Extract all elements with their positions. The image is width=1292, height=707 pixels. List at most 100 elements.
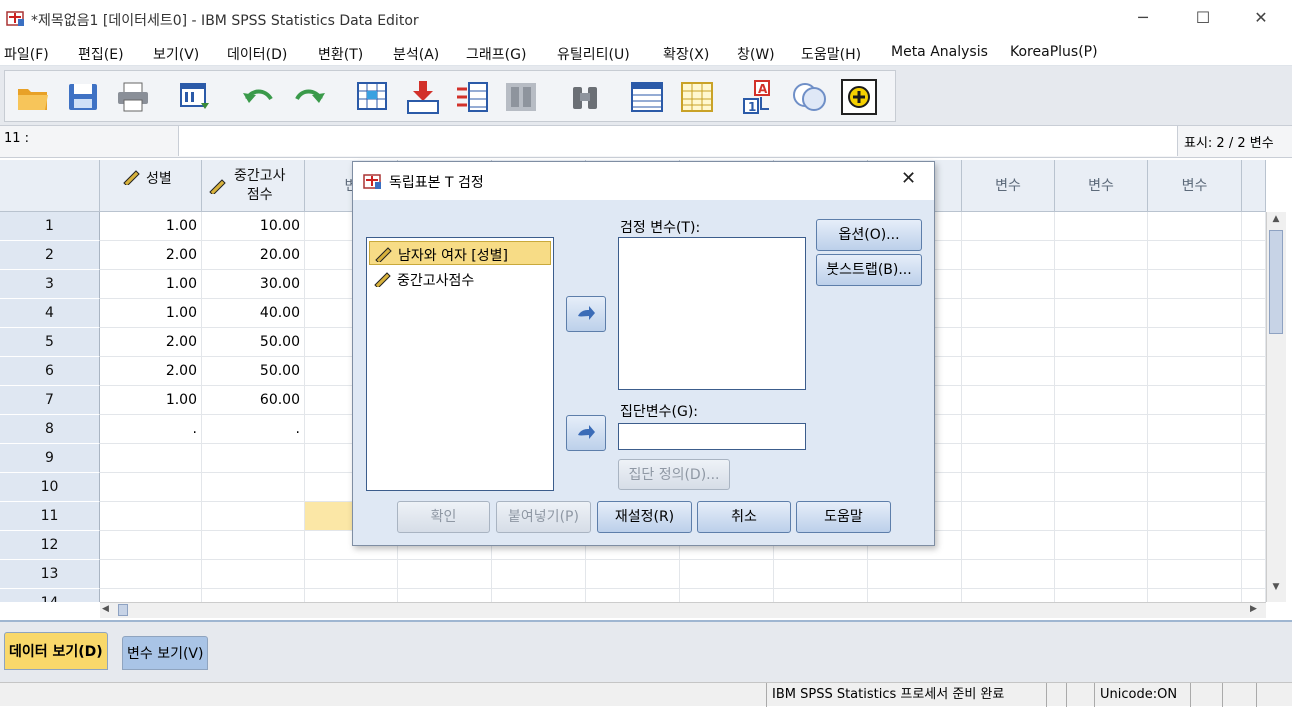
column-header-var[interactable]: [1242, 160, 1266, 212]
cell-empty[interactable]: [1148, 415, 1242, 444]
test-variable-list[interactable]: [618, 237, 806, 390]
recall-dialog-icon[interactable]: [177, 79, 213, 115]
cell-empty[interactable]: [868, 589, 962, 602]
cell-gender[interactable]: 1.00: [100, 212, 202, 241]
cell-gender[interactable]: 2.00: [100, 328, 202, 357]
cell-empty[interactable]: [1242, 386, 1266, 415]
cell-empty[interactable]: [962, 589, 1055, 602]
cell-empty[interactable]: [774, 589, 868, 602]
cell-empty[interactable]: [962, 473, 1055, 502]
cell-empty[interactable]: [962, 386, 1055, 415]
cell-empty[interactable]: [1242, 502, 1266, 531]
cell-gender[interactable]: [100, 560, 202, 589]
cell-gender[interactable]: [100, 589, 202, 602]
row-number[interactable]: 10: [0, 473, 100, 502]
options-button[interactable]: 옵션(O)...: [816, 219, 922, 251]
maximize-button[interactable]: ☐: [1180, 0, 1226, 38]
cell-empty[interactable]: [1055, 328, 1148, 357]
cancel-button[interactable]: 취소: [697, 501, 791, 533]
cell-midterm-score[interactable]: 50.00: [202, 357, 305, 386]
row-number[interactable]: 12: [0, 531, 100, 560]
row-number[interactable]: 11: [0, 502, 100, 531]
cell-empty[interactable]: [1148, 473, 1242, 502]
cell-empty[interactable]: [1055, 531, 1148, 560]
cell-midterm-score[interactable]: [202, 531, 305, 560]
close-button[interactable]: ✕: [1238, 0, 1284, 38]
cell-empty[interactable]: [1055, 415, 1148, 444]
menu-data[interactable]: 데이터(D): [227, 44, 287, 64]
cell-empty[interactable]: [1242, 328, 1266, 357]
menu-file[interactable]: 파일(F): [4, 44, 49, 64]
row-number[interactable]: 3: [0, 270, 100, 299]
variables-icon[interactable]: [455, 79, 491, 115]
cell-empty[interactable]: [1242, 299, 1266, 328]
cell-empty[interactable]: [1148, 328, 1242, 357]
row-number[interactable]: 8: [0, 415, 100, 444]
cell-midterm-score[interactable]: .: [202, 415, 305, 444]
scroll-down-arrow[interactable]: ▼: [1269, 582, 1283, 596]
row-number[interactable]: 9: [0, 444, 100, 473]
cell-midterm-score[interactable]: [202, 502, 305, 531]
go-to-variable-icon[interactable]: [405, 79, 441, 115]
cell-gender[interactable]: 2.00: [100, 241, 202, 270]
cell-gender[interactable]: 1.00: [100, 270, 202, 299]
cell-empty[interactable]: [962, 444, 1055, 473]
dialog-close-button[interactable]: ✕: [901, 168, 916, 189]
open-file-icon[interactable]: [15, 79, 51, 115]
define-groups-button[interactable]: 집단 정의(D)...: [618, 459, 730, 490]
cell-empty[interactable]: [398, 589, 492, 602]
cell-empty[interactable]: [492, 560, 586, 589]
cell-gender[interactable]: 2.00: [100, 357, 202, 386]
cell-empty[interactable]: [1242, 531, 1266, 560]
cell-gender[interactable]: [100, 502, 202, 531]
cell-midterm-score[interactable]: 20.00: [202, 241, 305, 270]
cell-midterm-score[interactable]: 50.00: [202, 328, 305, 357]
cell-empty[interactable]: [1148, 560, 1242, 589]
tab-variable-view[interactable]: 변수 보기(V): [122, 636, 209, 670]
cell-gender[interactable]: 1.00: [100, 299, 202, 328]
cell-empty[interactable]: [1148, 502, 1242, 531]
cell-gender[interactable]: [100, 473, 202, 502]
menu-analyze[interactable]: 분석(A): [393, 44, 439, 64]
cell-empty[interactable]: [962, 241, 1055, 270]
go-to-case-icon[interactable]: [355, 79, 391, 115]
cell-value-input[interactable]: [178, 126, 1178, 156]
source-variable-list[interactable]: 남자와 여자 [성별] 중간고사점수: [366, 237, 554, 491]
cell-empty[interactable]: [1055, 212, 1148, 241]
cell-gender[interactable]: 1.00: [100, 386, 202, 415]
cell-empty[interactable]: [1242, 241, 1266, 270]
cell-empty[interactable]: [962, 270, 1055, 299]
move-to-test-variable-button[interactable]: [566, 296, 606, 332]
cell-midterm-score[interactable]: [202, 560, 305, 589]
cell-empty[interactable]: [492, 589, 586, 602]
cell-empty[interactable]: [1148, 531, 1242, 560]
reset-button[interactable]: 재설정(R): [597, 501, 692, 533]
cell-empty[interactable]: [1242, 444, 1266, 473]
cell-empty[interactable]: [1242, 560, 1266, 589]
cell-empty[interactable]: [1242, 589, 1266, 602]
vertical-scrollbar[interactable]: ▲ ▼: [1266, 212, 1286, 602]
cell-empty[interactable]: [962, 299, 1055, 328]
cell-midterm-score[interactable]: 60.00: [202, 386, 305, 415]
cell-empty[interactable]: [1055, 473, 1148, 502]
tab-data-view[interactable]: 데이터 보기(D): [4, 632, 108, 670]
use-sets-icon[interactable]: [791, 79, 827, 115]
cell-empty[interactable]: [1242, 415, 1266, 444]
cell-empty[interactable]: [1148, 357, 1242, 386]
cell-empty[interactable]: [962, 212, 1055, 241]
menu-meta-analysis[interactable]: Meta Analysis: [891, 44, 988, 60]
cell-empty[interactable]: [305, 560, 398, 589]
cell-empty[interactable]: [680, 560, 774, 589]
cell-gender[interactable]: [100, 531, 202, 560]
scroll-left-arrow[interactable]: ◀: [102, 604, 116, 616]
cell-midterm-score[interactable]: 30.00: [202, 270, 305, 299]
cell-gender[interactable]: [100, 444, 202, 473]
spellcheck-icon[interactable]: [841, 79, 877, 115]
minimize-button[interactable]: ─: [1120, 0, 1166, 38]
cell-empty[interactable]: [1242, 270, 1266, 299]
column-header-var[interactable]: 변수: [1055, 160, 1148, 212]
cell-empty[interactable]: [774, 560, 868, 589]
cell-empty[interactable]: [586, 560, 680, 589]
cell-gender[interactable]: .: [100, 415, 202, 444]
bootstrap-button[interactable]: 붓스트랩(B)...: [816, 254, 922, 286]
